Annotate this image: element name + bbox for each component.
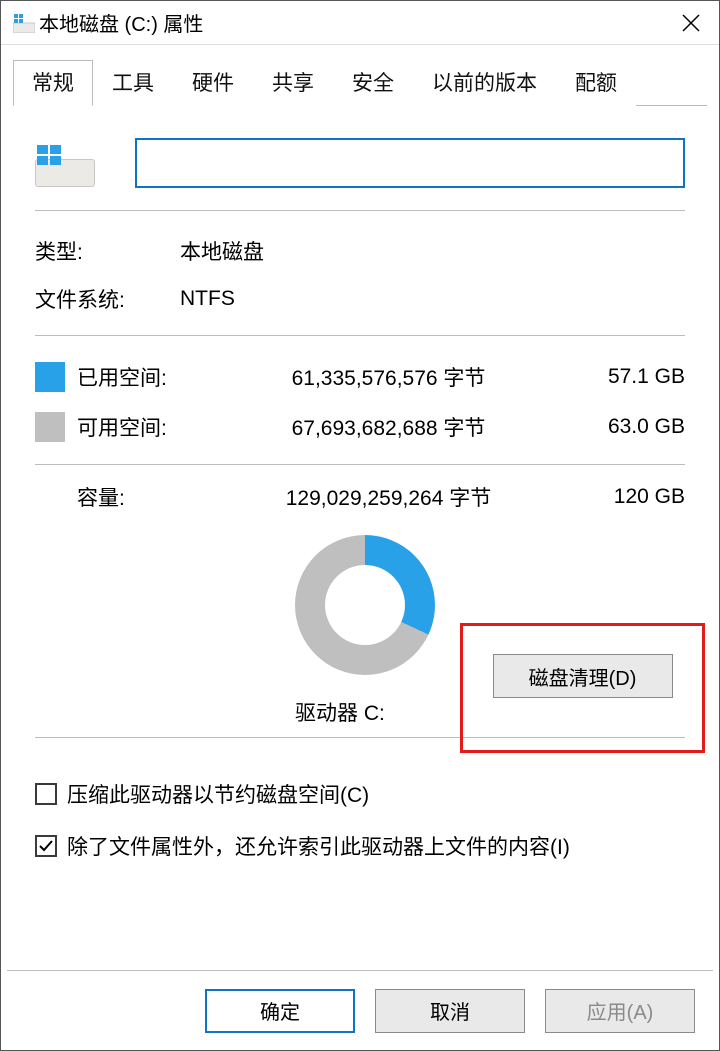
tab-hardware[interactable]: 硬件 [173, 60, 253, 106]
index-checkbox[interactable] [35, 835, 57, 857]
window-title: 本地磁盘 (C:) 属性 [39, 8, 663, 37]
free-space-swatch [35, 412, 65, 442]
compress-label: 压缩此驱动器以节约磁盘空间(C) [67, 779, 369, 809]
highlight-annotation: 磁盘清理(D) [460, 623, 705, 753]
capacity-gb: 120 GB [565, 485, 685, 509]
drive-titlebar-icon [9, 13, 39, 33]
tab-sharing[interactable]: 共享 [253, 60, 333, 106]
filesystem-label: 文件系统: [35, 284, 180, 314]
tab-quota[interactable]: 配额 [556, 60, 636, 106]
used-space-gb: 57.1 GB [565, 365, 685, 389]
properties-dialog: 本地磁盘 (C:) 属性 常规 工具 硬件 共享 安全 以前的版本 配额 [0, 0, 720, 1051]
used-space-swatch [35, 362, 65, 392]
tab-general[interactable]: 常规 [13, 60, 93, 106]
check-icon [38, 838, 54, 854]
volume-name-input[interactable] [135, 138, 685, 188]
type-value: 本地磁盘 [180, 236, 264, 266]
tab-previous-versions[interactable]: 以前的版本 [413, 60, 556, 106]
drive-icon [35, 139, 95, 187]
compress-checkbox[interactable] [35, 783, 57, 805]
ok-button[interactable]: 确定 [205, 989, 355, 1033]
free-space-bytes: 67,693,682,688 字节 [212, 412, 565, 442]
free-space-gb: 63.0 GB [565, 415, 685, 439]
usage-donut-chart [295, 535, 435, 675]
capacity-bytes: 129,029,259,264 字节 [212, 482, 565, 512]
drive-label: 驱动器 C: [295, 697, 385, 727]
cancel-button[interactable]: 取消 [375, 989, 525, 1033]
content-area: 类型: 本地磁盘 文件系统: NTFS 已用空间: 61,335,576,576… [1, 106, 719, 970]
used-space-label: 已用空间: [77, 362, 212, 392]
tab-tools[interactable]: 工具 [93, 60, 173, 106]
index-label: 除了文件属性外，还允许索引此驱动器上文件的内容(I) [67, 831, 570, 861]
type-label: 类型: [35, 236, 180, 266]
close-icon [681, 13, 701, 33]
titlebar: 本地磁盘 (C:) 属性 [1, 1, 719, 45]
tab-security[interactable]: 安全 [333, 60, 413, 106]
apply-button[interactable]: 应用(A) [545, 989, 695, 1033]
capacity-label: 容量: [77, 482, 212, 512]
tab-strip: 常规 工具 硬件 共享 安全 以前的版本 配额 [1, 45, 719, 105]
free-space-label: 可用空间: [77, 412, 212, 442]
disk-cleanup-button[interactable]: 磁盘清理(D) [493, 654, 673, 698]
used-space-bytes: 61,335,576,576 字节 [212, 362, 565, 392]
filesystem-value: NTFS [180, 287, 235, 311]
close-button[interactable] [663, 1, 719, 45]
dialog-button-bar: 确定 取消 应用(A) [7, 970, 713, 1050]
